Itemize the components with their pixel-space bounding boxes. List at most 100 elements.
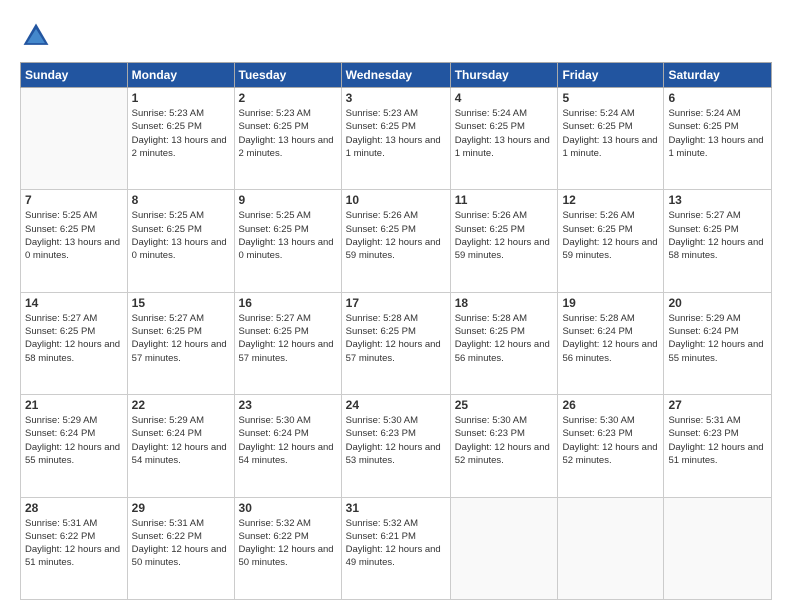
calendar-week-row: 14 Sunrise: 5:27 AM Sunset: 6:25 PM Dayl… [21,292,772,394]
day-detail: Sunrise: 5:30 AM Sunset: 6:23 PM Dayligh… [346,414,446,467]
day-number: 13 [668,193,767,207]
calendar-header-row: SundayMondayTuesdayWednesdayThursdayFrid… [21,63,772,88]
day-number: 24 [346,398,446,412]
calendar-cell: 11 Sunrise: 5:26 AM Sunset: 6:25 PM Dayl… [450,190,558,292]
day-detail: Sunrise: 5:26 AM Sunset: 6:25 PM Dayligh… [562,209,659,262]
calendar-cell [664,497,772,599]
day-number: 27 [668,398,767,412]
calendar-week-row: 1 Sunrise: 5:23 AM Sunset: 6:25 PM Dayli… [21,88,772,190]
calendar-cell: 23 Sunrise: 5:30 AM Sunset: 6:24 PM Dayl… [234,395,341,497]
day-number: 20 [668,296,767,310]
page: SundayMondayTuesdayWednesdayThursdayFrid… [0,0,792,612]
day-number: 5 [562,91,659,105]
day-detail: Sunrise: 5:23 AM Sunset: 6:25 PM Dayligh… [239,107,337,160]
calendar-cell: 1 Sunrise: 5:23 AM Sunset: 6:25 PM Dayli… [127,88,234,190]
calendar-cell: 22 Sunrise: 5:29 AM Sunset: 6:24 PM Dayl… [127,395,234,497]
calendar-cell: 26 Sunrise: 5:30 AM Sunset: 6:23 PM Dayl… [558,395,664,497]
day-number: 3 [346,91,446,105]
calendar-cell: 12 Sunrise: 5:26 AM Sunset: 6:25 PM Dayl… [558,190,664,292]
day-number: 18 [455,296,554,310]
day-detail: Sunrise: 5:32 AM Sunset: 6:22 PM Dayligh… [239,517,337,570]
day-detail: Sunrise: 5:28 AM Sunset: 6:24 PM Dayligh… [562,312,659,365]
day-number: 16 [239,296,337,310]
day-detail: Sunrise: 5:28 AM Sunset: 6:25 PM Dayligh… [455,312,554,365]
day-detail: Sunrise: 5:30 AM Sunset: 6:24 PM Dayligh… [239,414,337,467]
day-number: 17 [346,296,446,310]
weekday-header: Friday [558,63,664,88]
day-number: 28 [25,501,123,515]
day-number: 12 [562,193,659,207]
day-number: 11 [455,193,554,207]
day-detail: Sunrise: 5:32 AM Sunset: 6:21 PM Dayligh… [346,517,446,570]
day-detail: Sunrise: 5:29 AM Sunset: 6:24 PM Dayligh… [668,312,767,365]
day-detail: Sunrise: 5:24 AM Sunset: 6:25 PM Dayligh… [455,107,554,160]
day-number: 15 [132,296,230,310]
day-detail: Sunrise: 5:24 AM Sunset: 6:25 PM Dayligh… [668,107,767,160]
day-number: 14 [25,296,123,310]
day-number: 26 [562,398,659,412]
calendar-cell: 13 Sunrise: 5:27 AM Sunset: 6:25 PM Dayl… [664,190,772,292]
day-detail: Sunrise: 5:29 AM Sunset: 6:24 PM Dayligh… [25,414,123,467]
day-number: 4 [455,91,554,105]
calendar-cell: 8 Sunrise: 5:25 AM Sunset: 6:25 PM Dayli… [127,190,234,292]
calendar-cell: 6 Sunrise: 5:24 AM Sunset: 6:25 PM Dayli… [664,88,772,190]
day-number: 25 [455,398,554,412]
calendar-cell: 17 Sunrise: 5:28 AM Sunset: 6:25 PM Dayl… [341,292,450,394]
day-detail: Sunrise: 5:25 AM Sunset: 6:25 PM Dayligh… [239,209,337,262]
calendar-cell: 18 Sunrise: 5:28 AM Sunset: 6:25 PM Dayl… [450,292,558,394]
day-detail: Sunrise: 5:30 AM Sunset: 6:23 PM Dayligh… [562,414,659,467]
day-number: 1 [132,91,230,105]
day-detail: Sunrise: 5:25 AM Sunset: 6:25 PM Dayligh… [132,209,230,262]
day-number: 6 [668,91,767,105]
day-detail: Sunrise: 5:31 AM Sunset: 6:22 PM Dayligh… [132,517,230,570]
calendar-cell [450,497,558,599]
day-number: 10 [346,193,446,207]
header [20,16,772,52]
day-number: 21 [25,398,123,412]
day-detail: Sunrise: 5:28 AM Sunset: 6:25 PM Dayligh… [346,312,446,365]
calendar-cell: 2 Sunrise: 5:23 AM Sunset: 6:25 PM Dayli… [234,88,341,190]
weekday-header: Tuesday [234,63,341,88]
logo-icon [20,20,52,52]
day-number: 9 [239,193,337,207]
day-detail: Sunrise: 5:26 AM Sunset: 6:25 PM Dayligh… [346,209,446,262]
day-detail: Sunrise: 5:29 AM Sunset: 6:24 PM Dayligh… [132,414,230,467]
day-number: 7 [25,193,123,207]
calendar-week-row: 28 Sunrise: 5:31 AM Sunset: 6:22 PM Dayl… [21,497,772,599]
day-number: 8 [132,193,230,207]
calendar-cell: 31 Sunrise: 5:32 AM Sunset: 6:21 PM Dayl… [341,497,450,599]
calendar-cell: 30 Sunrise: 5:32 AM Sunset: 6:22 PM Dayl… [234,497,341,599]
calendar-cell: 9 Sunrise: 5:25 AM Sunset: 6:25 PM Dayli… [234,190,341,292]
calendar-cell: 16 Sunrise: 5:27 AM Sunset: 6:25 PM Dayl… [234,292,341,394]
calendar-cell [21,88,128,190]
weekday-header: Saturday [664,63,772,88]
weekday-header: Sunday [21,63,128,88]
day-detail: Sunrise: 5:27 AM Sunset: 6:25 PM Dayligh… [668,209,767,262]
calendar-cell: 14 Sunrise: 5:27 AM Sunset: 6:25 PM Dayl… [21,292,128,394]
day-detail: Sunrise: 5:30 AM Sunset: 6:23 PM Dayligh… [455,414,554,467]
day-number: 2 [239,91,337,105]
weekday-header: Wednesday [341,63,450,88]
calendar-week-row: 21 Sunrise: 5:29 AM Sunset: 6:24 PM Dayl… [21,395,772,497]
day-detail: Sunrise: 5:27 AM Sunset: 6:25 PM Dayligh… [132,312,230,365]
day-detail: Sunrise: 5:23 AM Sunset: 6:25 PM Dayligh… [346,107,446,160]
calendar-cell [558,497,664,599]
calendar-cell: 24 Sunrise: 5:30 AM Sunset: 6:23 PM Dayl… [341,395,450,497]
day-number: 23 [239,398,337,412]
calendar-cell: 7 Sunrise: 5:25 AM Sunset: 6:25 PM Dayli… [21,190,128,292]
day-number: 19 [562,296,659,310]
calendar-cell: 3 Sunrise: 5:23 AM Sunset: 6:25 PM Dayli… [341,88,450,190]
calendar-cell: 28 Sunrise: 5:31 AM Sunset: 6:22 PM Dayl… [21,497,128,599]
calendar-cell: 4 Sunrise: 5:24 AM Sunset: 6:25 PM Dayli… [450,88,558,190]
calendar-week-row: 7 Sunrise: 5:25 AM Sunset: 6:25 PM Dayli… [21,190,772,292]
day-number: 29 [132,501,230,515]
calendar-cell: 19 Sunrise: 5:28 AM Sunset: 6:24 PM Dayl… [558,292,664,394]
day-detail: Sunrise: 5:25 AM Sunset: 6:25 PM Dayligh… [25,209,123,262]
day-number: 31 [346,501,446,515]
logo [20,20,56,52]
day-number: 22 [132,398,230,412]
calendar-cell: 27 Sunrise: 5:31 AM Sunset: 6:23 PM Dayl… [664,395,772,497]
calendar-cell: 5 Sunrise: 5:24 AM Sunset: 6:25 PM Dayli… [558,88,664,190]
calendar-cell: 21 Sunrise: 5:29 AM Sunset: 6:24 PM Dayl… [21,395,128,497]
weekday-header: Monday [127,63,234,88]
